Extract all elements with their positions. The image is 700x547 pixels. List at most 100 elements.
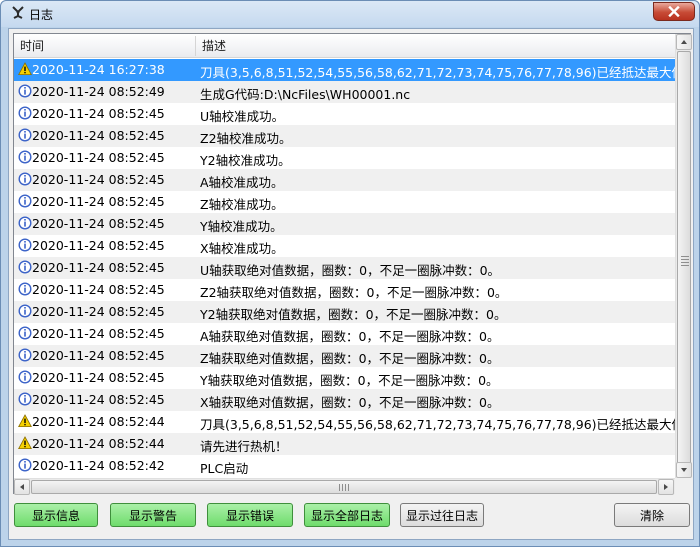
log-time: 2020-11-24 08:52:45 bbox=[32, 370, 165, 385]
log-description: Z2轴校准成功。 bbox=[200, 131, 292, 146]
horizontal-scrollbar[interactable] bbox=[14, 478, 675, 495]
arrow-right-icon bbox=[664, 484, 668, 490]
show-past-logs-button[interactable]: 显示过往日志 bbox=[400, 503, 484, 527]
info-icon bbox=[18, 106, 32, 120]
log-row[interactable]: 2020-11-24 08:52:45 U轴校准成功。 bbox=[14, 103, 675, 125]
log-description: 生成G代码:D:\NcFiles\WH00001.nc bbox=[200, 87, 411, 102]
log-row[interactable]: 2020-11-24 08:52:45 Y轴获取绝对值数据，圈数：0，不足一圈脉冲… bbox=[14, 367, 675, 389]
log-description: U轴获取绝对值数据，圈数：0，不足一圈脉冲数：0。 bbox=[200, 263, 501, 278]
show-info-button[interactable]: 显示信息 bbox=[14, 503, 98, 527]
log-description: PLC启动 bbox=[200, 461, 249, 476]
log-description: 请先进行热机！ bbox=[200, 439, 288, 454]
close-icon bbox=[668, 6, 680, 17]
log-time: 2020-11-24 08:52:45 bbox=[32, 172, 165, 187]
log-row[interactable]: 2020-11-24 08:52:45 Z2轴校准成功。 bbox=[14, 125, 675, 147]
info-icon bbox=[18, 348, 32, 362]
info-icon bbox=[18, 458, 32, 472]
log-row[interactable]: 2020-11-24 08:52:44 刀具(3,5,6,8,51,52,54,5… bbox=[14, 411, 675, 433]
log-description: Y轴校准成功。 bbox=[200, 219, 283, 234]
show-warning-button[interactable]: 显示警告 bbox=[110, 503, 196, 527]
column-header-time[interactable]: 时间 bbox=[14, 34, 195, 58]
scroll-right-button[interactable] bbox=[658, 479, 674, 495]
horizontal-scroll-thumb[interactable] bbox=[31, 480, 657, 494]
log-row[interactable]: 2020-11-24 08:52:45 X轴获取绝对值数据，圈数：0，不足一圈脉冲… bbox=[14, 389, 675, 411]
log-description: Y2轴校准成功。 bbox=[200, 153, 291, 168]
log-row[interactable]: 2020-11-24 08:52:45 U轴获取绝对值数据，圈数：0，不足一圈脉冲… bbox=[14, 257, 675, 279]
log-row[interactable]: 2020-11-24 08:52:45 Y2轴获取绝对值数据，圈数：0，不足一圈脉… bbox=[14, 301, 675, 323]
grip-line bbox=[681, 256, 689, 257]
log-time: 2020-11-24 08:52:42 bbox=[32, 458, 165, 473]
info-icon bbox=[18, 304, 32, 318]
info-icon bbox=[18, 84, 32, 98]
log-row[interactable]: 2020-11-24 16:27:38 刀具(3,5,6,8,51,52,54,5… bbox=[14, 59, 675, 81]
log-description: Z轴获取绝对值数据，圈数：0，不足一圈脉冲数：0。 bbox=[200, 351, 500, 366]
log-row[interactable]: 2020-11-24 08:52:49 生成G代码:D:\NcFiles\WH00… bbox=[14, 81, 675, 103]
info-icon bbox=[18, 216, 32, 230]
log-window: 日志 时间 描述 2020-11-24 16:27:38 刀具(3,5,6,8,5… bbox=[0, 0, 700, 547]
log-row[interactable]: 2020-11-24 08:52:42 PLC启动 bbox=[14, 455, 675, 477]
log-time: 2020-11-24 08:52:45 bbox=[32, 392, 165, 407]
log-row[interactable]: 2020-11-24 08:52:45 Y轴校准成功。 bbox=[14, 213, 675, 235]
log-row[interactable]: 2020-11-24 08:52:45 Y2轴校准成功。 bbox=[14, 147, 675, 169]
info-icon bbox=[18, 260, 32, 274]
vertical-scrollbar[interactable] bbox=[675, 34, 692, 478]
list-header: 时间 描述 bbox=[14, 34, 675, 58]
log-description: U轴校准成功。 bbox=[200, 109, 285, 124]
show-all-logs-button[interactable]: 显示全部日志 bbox=[304, 503, 390, 527]
info-icon bbox=[18, 370, 32, 384]
grip-line bbox=[681, 262, 689, 263]
log-description: Y轴获取绝对值数据，圈数：0，不足一圈脉冲数：0。 bbox=[200, 373, 499, 388]
arrow-up-icon bbox=[681, 40, 687, 44]
log-time: 2020-11-24 08:52:45 bbox=[32, 348, 165, 363]
log-time: 2020-11-24 08:52:44 bbox=[32, 414, 165, 429]
warning-icon bbox=[18, 436, 32, 450]
column-header-description[interactable]: 描述 bbox=[196, 34, 675, 58]
info-icon bbox=[18, 194, 32, 208]
log-description: A轴获取绝对值数据，圈数：0，不足一圈脉冲数：0。 bbox=[200, 329, 500, 344]
grip-line bbox=[342, 484, 343, 491]
log-time: 2020-11-24 08:52:45 bbox=[32, 106, 165, 121]
info-icon bbox=[18, 150, 32, 164]
log-row[interactable]: 2020-11-24 08:52:45 A轴获取绝对值数据，圈数：0，不足一圈脉冲… bbox=[14, 323, 675, 345]
log-row[interactable]: 2020-11-24 08:52:45 X轴校准成功。 bbox=[14, 235, 675, 257]
log-time: 2020-11-24 08:52:45 bbox=[32, 282, 165, 297]
show-error-button[interactable]: 显示错误 bbox=[207, 503, 293, 527]
log-time: 2020-11-24 16:27:38 bbox=[32, 62, 165, 77]
log-time: 2020-11-24 08:52:45 bbox=[32, 194, 165, 209]
scroll-down-button[interactable] bbox=[676, 462, 692, 478]
log-time: 2020-11-24 08:52:45 bbox=[32, 150, 165, 165]
log-time: 2020-11-24 08:52:45 bbox=[32, 260, 165, 275]
log-description: Z2轴获取绝对值数据，圈数：0，不足一圈脉冲数：0。 bbox=[200, 285, 508, 300]
grip-line bbox=[681, 259, 689, 260]
log-row[interactable]: 2020-11-24 08:52:45 Z轴校准成功。 bbox=[14, 191, 675, 213]
close-button[interactable] bbox=[653, 2, 695, 21]
log-row[interactable]: 2020-11-24 08:52:45 A轴校准成功。 bbox=[14, 169, 675, 191]
info-icon bbox=[18, 392, 32, 406]
grip-line bbox=[345, 484, 346, 491]
window-title: 日志 bbox=[29, 8, 54, 22]
grip-line bbox=[348, 484, 349, 491]
log-time: 2020-11-24 08:52:45 bbox=[32, 238, 165, 253]
app-icon bbox=[12, 6, 24, 19]
info-icon bbox=[18, 172, 32, 186]
clear-button[interactable]: 清除 bbox=[614, 503, 690, 527]
log-time: 2020-11-24 08:52:45 bbox=[32, 326, 165, 341]
client-area: 时间 描述 2020-11-24 16:27:38 刀具(3,5,6,8,51,5… bbox=[8, 28, 694, 540]
grip-line bbox=[339, 484, 340, 491]
arrow-down-icon bbox=[681, 468, 687, 472]
log-time: 2020-11-24 08:52:49 bbox=[32, 84, 165, 99]
log-description: A轴校准成功。 bbox=[200, 175, 284, 190]
log-row[interactable]: 2020-11-24 08:52:44 请先进行热机！ bbox=[14, 433, 675, 455]
log-description: 刀具(3,5,6,8,51,52,54,55,56,58,62,71,72,73… bbox=[200, 417, 675, 432]
scroll-left-button[interactable] bbox=[14, 479, 30, 495]
scroll-up-button[interactable] bbox=[676, 34, 692, 50]
log-list[interactable]: 时间 描述 2020-11-24 16:27:38 刀具(3,5,6,8,51,5… bbox=[13, 33, 692, 495]
log-description: Y2轴获取绝对值数据，圈数：0，不足一圈脉冲数：0。 bbox=[200, 307, 507, 322]
log-description: X轴校准成功。 bbox=[200, 241, 284, 256]
log-time: 2020-11-24 08:52:45 bbox=[32, 216, 165, 231]
log-description: 刀具(3,5,6,8,51,52,54,55,56,58,62,71,72,73… bbox=[200, 65, 675, 80]
log-row[interactable]: 2020-11-24 08:52:45 Z轴获取绝对值数据，圈数：0，不足一圈脉冲… bbox=[14, 345, 675, 367]
log-row[interactable]: 2020-11-24 08:52:45 Z2轴获取绝对值数据，圈数：0，不足一圈脉… bbox=[14, 279, 675, 301]
warning-icon bbox=[18, 414, 32, 428]
vertical-scroll-thumb[interactable] bbox=[677, 51, 691, 471]
